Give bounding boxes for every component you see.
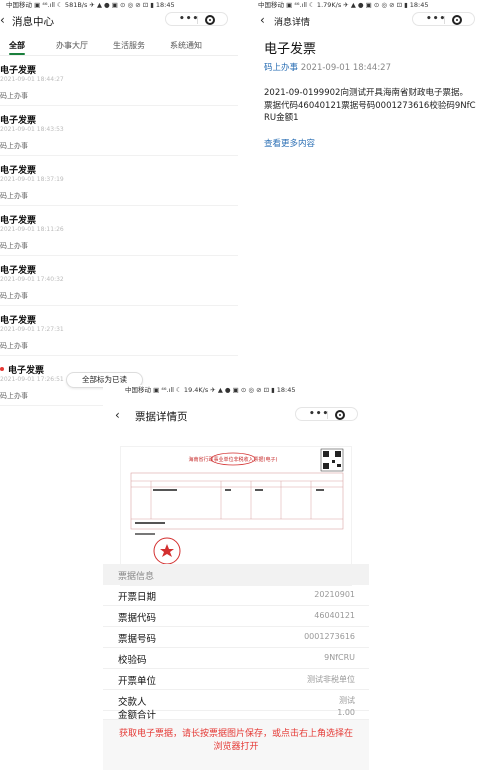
message-time: 2021-09-01 18:11:26 xyxy=(0,226,64,233)
page-title: 消息详情 xyxy=(274,18,311,28)
field-value: 9NfCRU xyxy=(324,653,355,662)
message-detail-screen: 中国移动 ▣ ⁴⁶.ıll ☾ 1.79K/s ✈ ▲ ● ▣ ⊙ ◎ ⊘ ⊡ … xyxy=(252,0,479,200)
field-label: 校验码 xyxy=(118,655,147,666)
field-value: 46040121 xyxy=(314,611,355,620)
nav-bar: ‹ 消息中心 ••• xyxy=(0,10,238,28)
list-item[interactable]: 电子发票 2021-09-01 17:27:31 码上办事 xyxy=(0,306,238,356)
invoice-drawing: 海南省行政事业单位非税收入票据(电子) xyxy=(130,448,344,565)
message-source: 码上办事 xyxy=(0,242,28,250)
back-icon[interactable]: ‹ xyxy=(260,13,265,27)
detail-body: 2021-09-0199902向测试开具海南省财政电子票据。票据代码460401… xyxy=(264,88,476,123)
list-item[interactable]: 电子发票 2021-09-01 17:40:32 码上办事 xyxy=(0,256,238,306)
field-label: 金额合计 xyxy=(118,710,157,720)
field-row-invoice-code: 票据代码 46040121 xyxy=(103,606,369,627)
message-center-screen: 中国移动 ▣ ⁴⁶.ıll ☾ 581B/s ✈ ▲ ● ▣ ⊙ ◎ ⊘ ⊡ ▮… xyxy=(0,0,238,410)
message-source: 码上办事 xyxy=(0,342,28,350)
tab-all[interactable]: 全部 xyxy=(9,40,25,51)
field-row-invoice-number: 票据号码 0001273616 xyxy=(103,627,369,648)
detail-heading: 电子发票 xyxy=(264,42,317,57)
field-value: 测试非税单位 xyxy=(307,675,355,684)
message-time: 2021-09-01 17:40:32 xyxy=(0,276,64,283)
field-value: 0001273616 xyxy=(304,632,355,641)
section-label: 票据信息 xyxy=(118,572,155,582)
field-label: 票据代码 xyxy=(118,613,157,624)
field-label: 开票日期 xyxy=(118,592,157,603)
active-tab-indicator xyxy=(9,53,25,55)
back-icon[interactable]: ‹ xyxy=(0,13,5,27)
close-target-icon[interactable] xyxy=(335,410,345,420)
detail-meta: 码上办事 2021-09-01 18:44:27 xyxy=(264,61,391,73)
nav-bar: ‹ 消息详情 ••• xyxy=(252,10,479,28)
status-bar: 中国移动 ▣ ⁴⁶.ıll ☾ 19.4K/s ✈ ▲ ● ▣ ⊙ ◎ ⊘ ⊡ … xyxy=(125,386,296,394)
message-title: 电子发票 xyxy=(0,316,37,326)
view-more-link[interactable]: 查看更多内容 xyxy=(264,137,315,149)
message-title: 电子发票 xyxy=(0,216,37,226)
invoice-header: 海南省行政事业单位非税收入票据(电子) xyxy=(189,456,278,463)
field-value: 20210901 xyxy=(314,590,355,599)
close-target-icon[interactable] xyxy=(205,15,215,25)
message-title: 电子发票 xyxy=(8,366,45,376)
mini-program-capsule: ••• xyxy=(295,407,358,421)
invoice-detail-screen: 中国移动 ▣ ⁴⁶.ıll ☾ 19.4K/s ✈ ▲ ● ▣ ⊙ ◎ ⊘ ⊡ … xyxy=(103,385,369,773)
message-title: 电子发票 xyxy=(0,266,37,276)
list-item[interactable]: 电子发票 2021-09-01 18:11:26 码上办事 xyxy=(0,206,238,256)
message-time: 2021-09-01 17:27:31 xyxy=(0,326,64,333)
back-icon[interactable]: ‹ xyxy=(115,408,120,422)
field-row-total: 金额合计 1.00 xyxy=(103,703,369,720)
message-title: 电子发票 xyxy=(0,166,37,176)
capsule-divider xyxy=(327,411,328,419)
section-header: 票据信息 xyxy=(103,564,369,585)
message-time: 2021-09-01 18:43:53 xyxy=(0,126,64,133)
mini-program-capsule: ••• xyxy=(165,12,228,26)
list-item[interactable]: 电子发票 2021-09-01 18:44:27 码上办事 xyxy=(0,56,238,106)
message-source: 码上办事 xyxy=(0,192,28,200)
unread-dot xyxy=(0,367,4,371)
page-title: 消息中心 xyxy=(12,16,54,28)
capsule-divider xyxy=(444,16,445,24)
detail-time: 2021-09-01 18:44:27 xyxy=(300,63,391,73)
tab-life-service[interactable]: 生活服务 xyxy=(113,40,145,51)
message-time: 2021-09-01 18:44:27 xyxy=(0,76,64,83)
field-row-check-code: 校验码 9NfCRU xyxy=(103,648,369,669)
page-title: 票据详情页 xyxy=(135,411,188,423)
field-row-issue-date: 开票日期 20210901 xyxy=(103,585,369,606)
field-value: 1.00 xyxy=(337,708,355,717)
mini-program-capsule: ••• xyxy=(412,12,475,26)
message-source: 码上办事 xyxy=(0,292,28,300)
field-label: 开票单位 xyxy=(118,676,157,687)
save-tip-banner: 获取电子票据，请长按票据图片保存，或点击右上角选择在浏览器打开 xyxy=(103,720,369,770)
message-source: 码上办事 xyxy=(0,392,28,400)
detail-source: 码上办事 xyxy=(264,63,299,73)
field-row-issuer: 开票单位 测试非税单位 xyxy=(103,669,369,690)
message-time: 2021-09-01 18:37:19 xyxy=(0,176,64,183)
message-source: 码上办事 xyxy=(0,92,28,100)
message-title: 电子发票 xyxy=(0,116,37,126)
field-label: 票据号码 xyxy=(118,634,157,645)
message-source: 码上办事 xyxy=(0,142,28,150)
nav-bar: ‹ 票据详情页 ••• xyxy=(103,405,369,423)
tab-service-hall[interactable]: 办事大厅 xyxy=(56,40,88,51)
list-item[interactable]: 电子发票 2021-09-01 18:43:53 码上办事 xyxy=(0,106,238,156)
close-target-icon[interactable] xyxy=(452,15,462,25)
capsule-divider xyxy=(197,16,198,24)
save-tip-text: 获取电子票据，请长按票据图片保存，或点击右上角选择在浏览器打开 xyxy=(118,729,353,752)
status-bar: 中国移动 ▣ ⁴⁶.ıll ☾ 581B/s ✈ ▲ ● ▣ ⊙ ◎ ⊘ ⊡ ▮… xyxy=(6,1,175,9)
message-title: 电子发票 xyxy=(0,66,37,76)
tab-bar: 全部 办事大厅 生活服务 系统通知 xyxy=(0,38,238,56)
message-time: 2021-09-01 17:26:51 xyxy=(0,376,64,383)
tab-system-notice[interactable]: 系统通知 xyxy=(170,40,202,51)
list-item[interactable]: 电子发票 2021-09-01 18:37:19 码上办事 xyxy=(0,156,238,206)
status-bar: 中国移动 ▣ ⁴⁶.ıll ☾ 1.79K/s ✈ ▲ ● ▣ ⊙ ◎ ⊘ ⊡ … xyxy=(258,1,429,9)
